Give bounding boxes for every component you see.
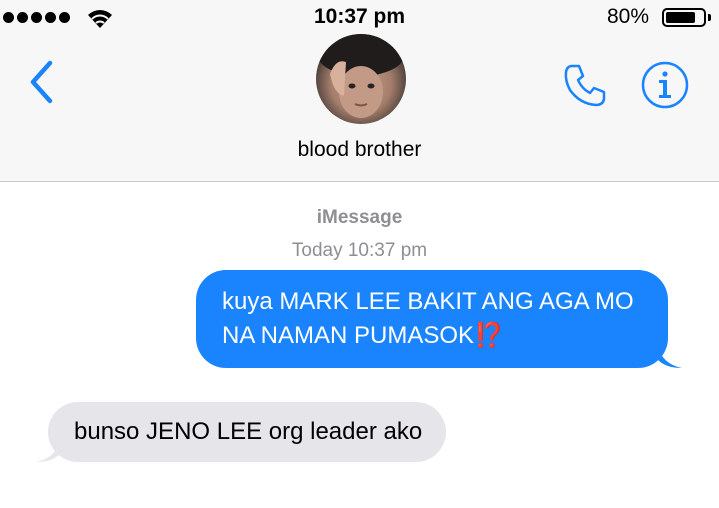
received-bubble-tail	[36, 440, 60, 462]
sent-message[interactable]: kuya MARK LEE BAKIT ANG AGA MO NA NAMAN …	[196, 270, 682, 368]
chevron-left-icon	[30, 60, 53, 104]
contact-avatar[interactable]	[316, 34, 406, 124]
avatar-photo	[317, 34, 405, 118]
phone-icon	[564, 64, 606, 107]
info-button[interactable]	[640, 60, 690, 110]
info-icon	[641, 61, 689, 109]
battery-percentage: 80%	[606, 5, 649, 28]
back-button[interactable]	[24, 58, 60, 106]
service-label: iMessage	[316, 207, 403, 228]
contact-name[interactable]: blood brother	[0, 138, 719, 162]
message-timestamp: Today 10:37 pm	[291, 240, 428, 261]
sent-bubble-tail	[658, 346, 682, 368]
battery-icon	[662, 8, 706, 27]
received-bubble: bunso JENO LEE org leader ako	[48, 402, 447, 462]
received-message[interactable]: bunso JENO LEE org leader ako	[36, 402, 447, 462]
sent-bubble: kuya MARK LEE BAKIT ANG AGA MO NA NAMAN …	[196, 270, 668, 368]
battery-level-fill	[666, 12, 695, 23]
status-bar: 10:37 pm 80%	[0, 0, 719, 36]
conversation-header: 10:37 pm 80% blood brother	[0, 0, 719, 182]
call-button[interactable]	[560, 60, 610, 110]
exclamation-question-emoji: ⁉️	[474, 322, 504, 349]
received-message-text: bunso JENO LEE org leader ako	[74, 418, 423, 445]
sent-message-text: kuya MARK LEE BAKIT ANG AGA MO NA NAMAN …	[222, 288, 634, 349]
battery-tip	[708, 14, 711, 21]
